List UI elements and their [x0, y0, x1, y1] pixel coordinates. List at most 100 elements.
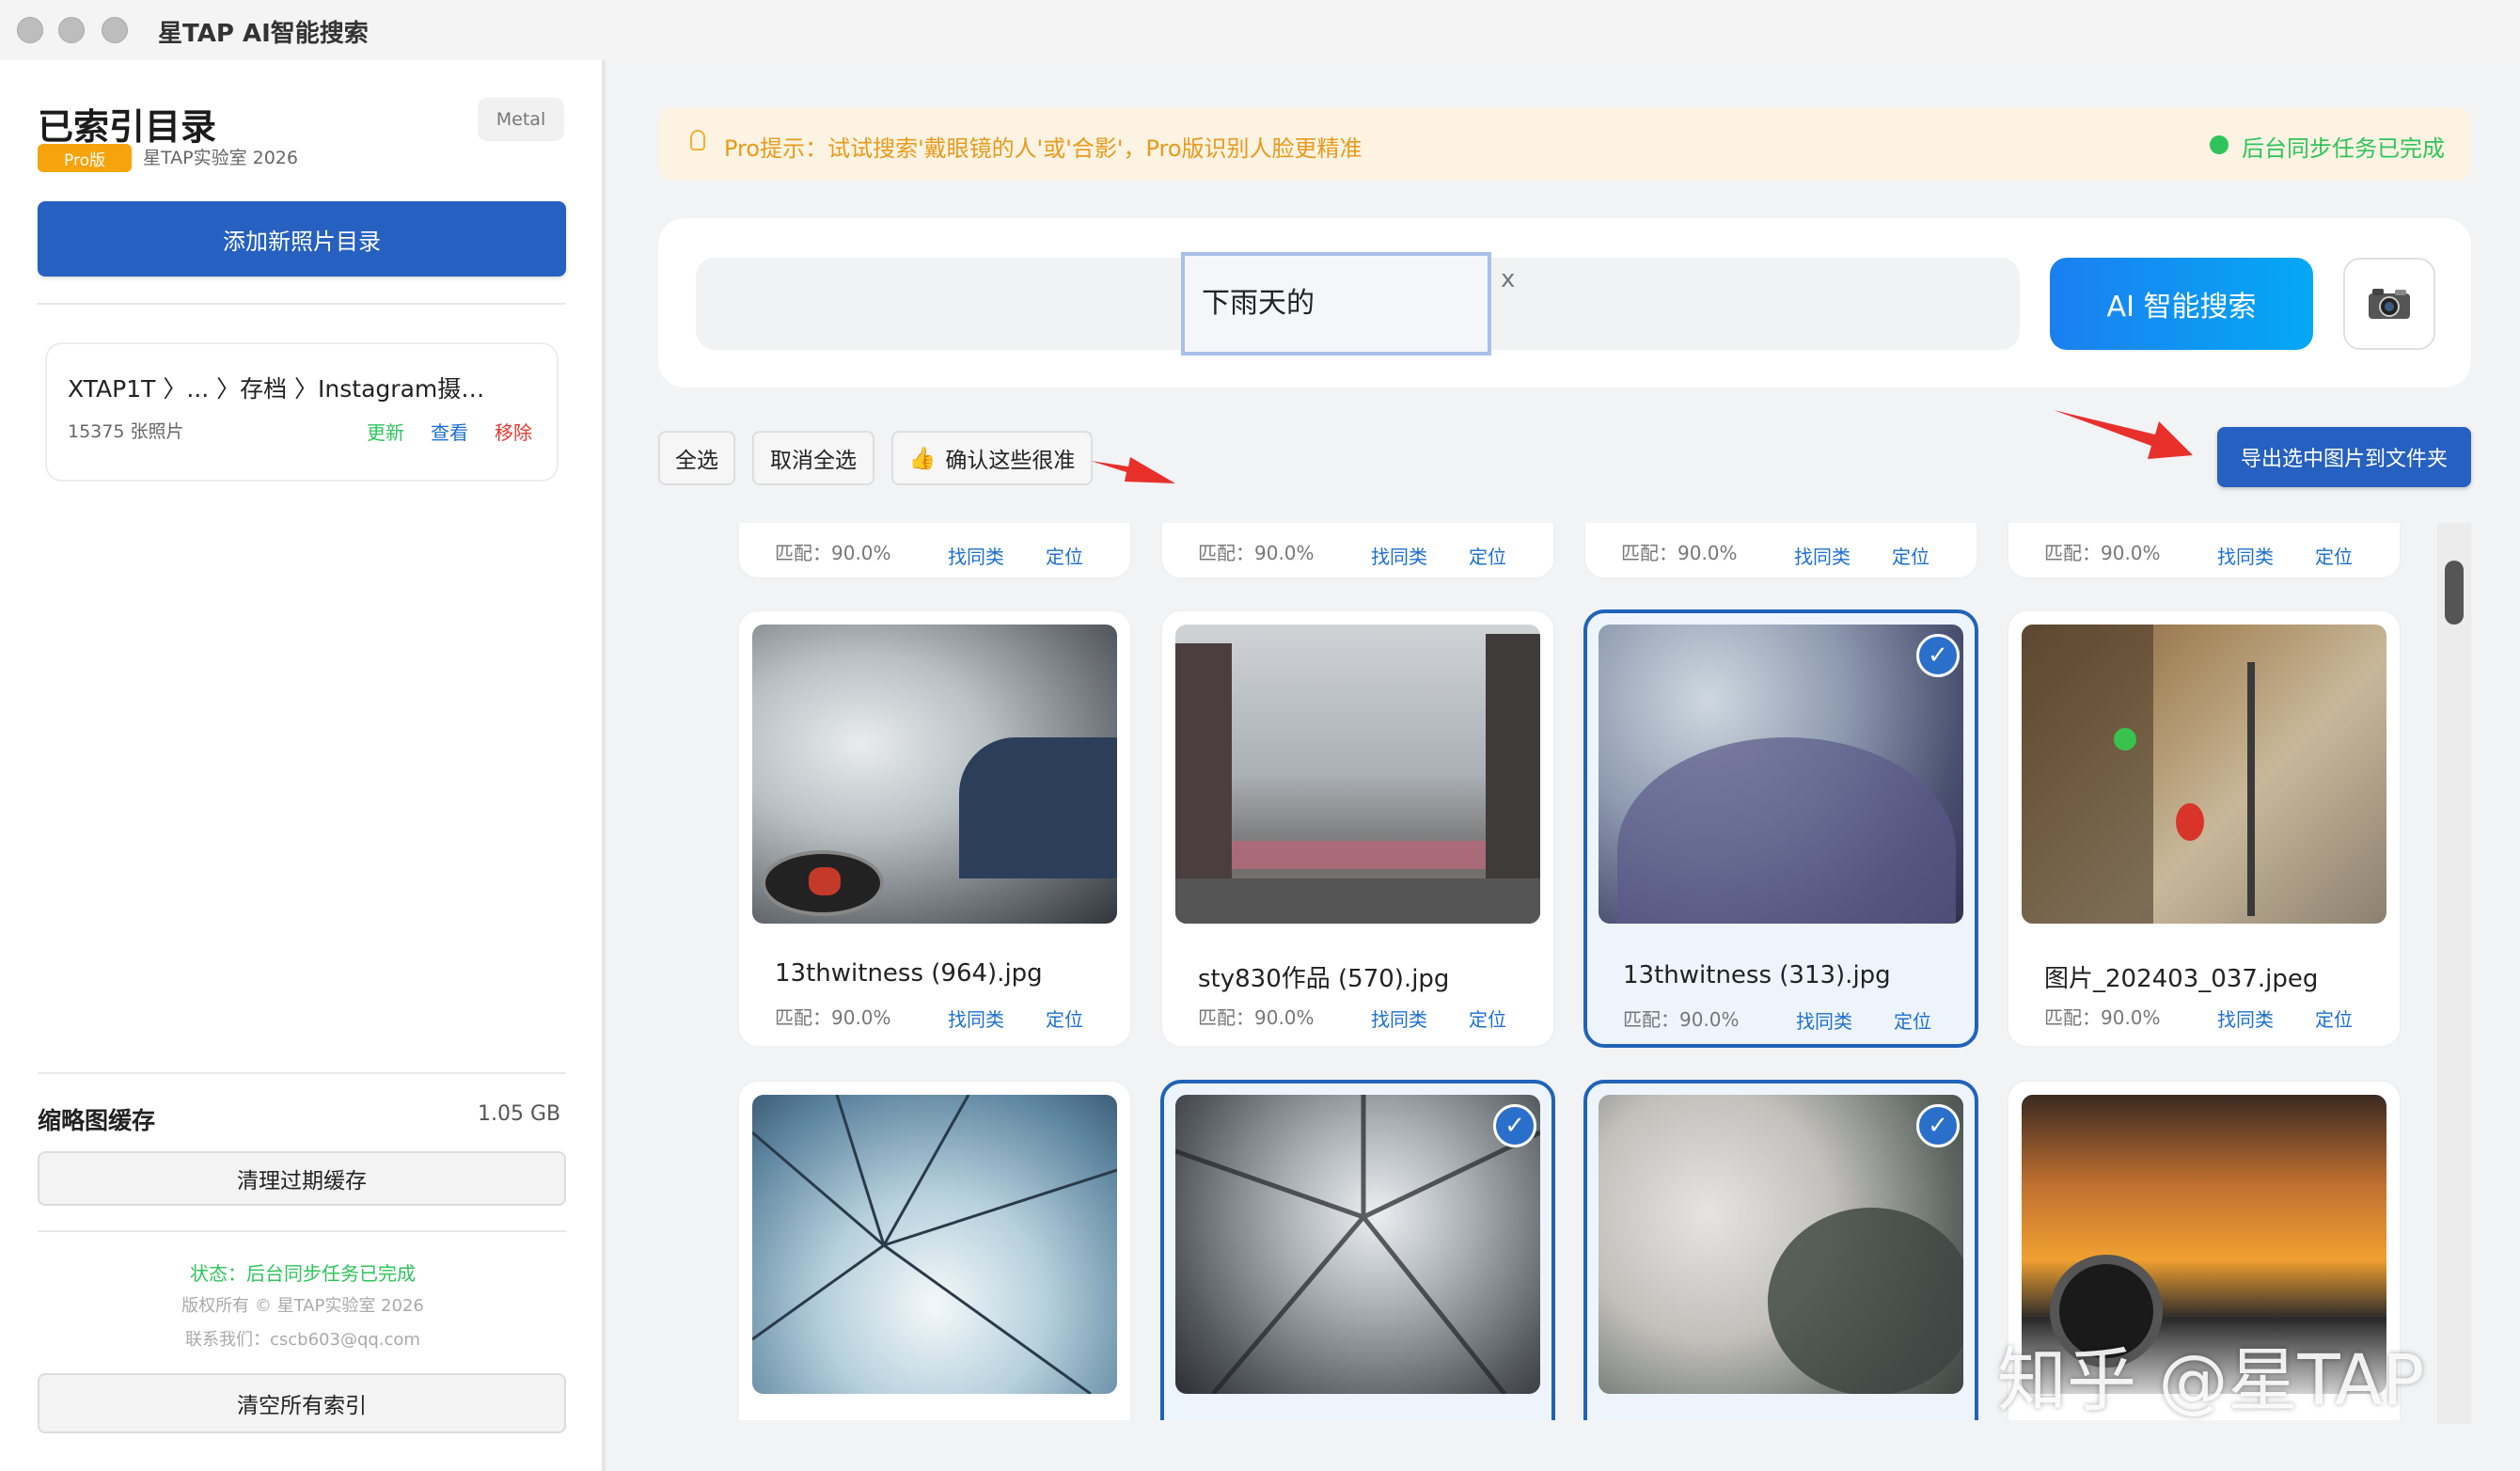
maximize-window-button[interactable]	[102, 17, 128, 43]
pro-badge: Pro版	[38, 144, 132, 172]
studio-label: 星TAP实验室 2026	[143, 148, 298, 168]
sync-status-text: 后台同步任务已完成	[2242, 135, 2445, 162]
result-card[interactable]: 匹配：90.0% 找同类 定位	[737, 523, 1132, 579]
result-card[interactable]: 匹配：90.0% 找同类 定位	[1583, 523, 1978, 579]
photo-thumbnail	[1175, 1095, 1540, 1394]
match-score: 匹配：90.0%	[1623, 1008, 1740, 1031]
result-card[interactable]	[737, 1080, 1132, 1420]
find-similar-link[interactable]: 找同类	[1371, 542, 1427, 569]
match-score: 匹配：90.0%	[2044, 542, 2161, 564]
result-card-selected[interactable]: ✓	[1583, 1080, 1978, 1420]
deselect-all-button[interactable]: 取消全选	[752, 431, 874, 485]
locate-link[interactable]: 定位	[2315, 542, 2353, 569]
pro-tip-banner: Pro提示：试试搜索'戴眼镜的人'或'合影'，Pro版识别人脸更精准 后台同步任…	[658, 107, 2471, 181]
result-card[interactable]: 匹配：90.0% 找同类 定位	[1160, 523, 1555, 579]
find-similar-link[interactable]: 找同类	[1794, 542, 1851, 569]
divider	[38, 1072, 566, 1074]
photo-thumbnail	[752, 1095, 1117, 1394]
camera-icon	[2369, 289, 2410, 319]
confirm-accurate-button[interactable]: 👍 确认这些很准	[891, 431, 1093, 485]
file-name: 图片_202403_037.jpeg	[2044, 965, 2319, 993]
directory-card: XTAP1T 〉... 〉存档 〉Instagram摄… 15375 张照片 更…	[45, 342, 559, 482]
red-arrow-annotation	[2054, 410, 2193, 459]
scrollbar-thumb[interactable]	[2445, 561, 2464, 625]
pro-tip-text: Pro提示：试试搜索'戴眼镜的人'或'合影'，Pro版识别人脸更精准	[724, 135, 1362, 162]
directory-path: XTAP1T 〉... 〉存档 〉Instagram摄…	[68, 375, 485, 403]
minimize-window-button[interactable]	[58, 17, 85, 43]
find-similar-link[interactable]: 找同类	[948, 1004, 1004, 1032]
cache-size: 1.05 GB	[478, 1102, 561, 1126]
clear-expired-cache-button[interactable]: 清理过期缓存	[38, 1151, 566, 1206]
app-title: 星TAP AI智能搜索	[158, 20, 369, 48]
result-card[interactable]: sty830作品 (570).jpg 匹配：90.0% 找同类 定位	[1160, 609, 1555, 1048]
divider	[38, 303, 566, 305]
result-card-selected[interactable]: ✓	[1160, 1080, 1555, 1420]
locate-link[interactable]: 定位	[2315, 1004, 2353, 1032]
cache-label: 缩略图缓存	[38, 1107, 156, 1134]
selected-check-icon[interactable]: ✓	[1916, 1104, 1960, 1147]
photo-thumbnail	[1175, 625, 1540, 924]
copyright: 版权所有 © 星TAP实验室 2026	[181, 1296, 424, 1316]
contact: 联系我们：cscb603@qq.com	[185, 1330, 420, 1350]
add-directory-button[interactable]: 添加新照片目录	[38, 201, 566, 277]
results-scrollbar[interactable]	[2437, 523, 2471, 1424]
find-similar-link[interactable]: 找同类	[2217, 1004, 2274, 1032]
results-grid: 匹配：90.0% 找同类 定位 匹配：90.0% 找同类 定位 匹配：90.0%…	[658, 523, 2435, 1420]
status-dot-icon	[2210, 135, 2229, 154]
locate-link[interactable]: 定位	[1469, 1004, 1506, 1032]
match-score: 匹配：90.0%	[1198, 1006, 1315, 1029]
confirm-label: 确认这些很准	[945, 449, 1076, 473]
camera-search-button[interactable]	[2343, 258, 2435, 350]
result-card[interactable]: 匹配：90.0% 找同类 定位	[2007, 523, 2402, 579]
remove-link[interactable]: 移除	[495, 418, 532, 445]
title-bar: 星TAP AI智能搜索	[0, 0, 2520, 60]
find-similar-link[interactable]: 找同类	[2217, 542, 2274, 569]
file-name: sty830作品 (570).jpg	[1198, 965, 1450, 993]
locate-link[interactable]: 定位	[1046, 542, 1083, 569]
ai-search-button[interactable]: AI 智能搜索	[2050, 258, 2313, 350]
photo-thumbnail	[752, 625, 1117, 924]
selected-check-icon[interactable]: ✓	[1916, 634, 1960, 677]
sidebar: 已索引目录 Metal Pro版 星TAP实验室 2026 添加新照片目录 XT…	[0, 60, 606, 1471]
view-link[interactable]: 查看	[431, 418, 468, 445]
watermark-text: 知乎 @星TAP	[1997, 1340, 2425, 1421]
select-all-button[interactable]: 全选	[658, 431, 735, 485]
red-arrow-annotation	[1091, 457, 1175, 483]
clear-search-icon[interactable]: x	[1501, 265, 1515, 293]
match-score: 匹配：90.0%	[2044, 1006, 2161, 1029]
update-link[interactable]: 更新	[367, 418, 404, 445]
match-score: 匹配：90.0%	[775, 1006, 891, 1029]
file-name: 13thwitness (964).jpg	[775, 959, 1043, 988]
sync-status: 状态：后台同步任务已完成	[190, 1262, 416, 1285]
match-score: 匹配：90.0%	[775, 542, 891, 564]
locate-link[interactable]: 定位	[1892, 542, 1929, 569]
export-selected-button[interactable]: 导出选中图片到文件夹	[2217, 427, 2471, 487]
result-card[interactable]: 13thwitness (964).jpg 匹配：90.0% 找同类 定位	[737, 609, 1132, 1048]
photo-thumbnail	[1599, 625, 1963, 924]
directory-photo-count: 15375 张照片	[68, 421, 184, 442]
umbrella-ribs	[752, 1095, 1117, 1394]
photo-thumbnail	[1599, 1095, 1963, 1394]
sidebar-title: 已索引目录	[38, 106, 217, 148]
locate-link[interactable]: 定位	[1469, 542, 1506, 569]
result-card-selected[interactable]: ✓ 13thwitness (313).jpg 匹配：90.0% 找同类 定位	[1583, 609, 1978, 1048]
locate-link[interactable]: 定位	[1046, 1004, 1083, 1032]
close-window-button[interactable]	[17, 17, 43, 43]
selected-check-icon[interactable]: ✓	[1493, 1104, 1536, 1147]
match-score: 匹配：90.0%	[1621, 542, 1738, 564]
result-card[interactable]: 图片_202403_037.jpeg 匹配：90.0% 找同类 定位	[2007, 609, 2402, 1048]
clear-all-index-button[interactable]: 清空所有索引	[38, 1373, 566, 1433]
thumbs-up-icon: 👍	[908, 446, 937, 471]
locate-link[interactable]: 定位	[1894, 1006, 1931, 1034]
search-input[interactable]: 下雨天的	[1181, 252, 1491, 356]
find-similar-link[interactable]: 找同类	[1371, 1004, 1427, 1032]
divider	[38, 1230, 566, 1232]
find-similar-link[interactable]: 找同类	[1796, 1006, 1852, 1034]
find-similar-link[interactable]: 找同类	[948, 542, 1004, 569]
match-score: 匹配：90.0%	[1198, 542, 1315, 564]
umbrella-ribs	[1175, 1095, 1540, 1394]
metal-badge: Metal	[478, 98, 564, 141]
file-name: 13thwitness (313).jpg	[1623, 961, 1891, 989]
lightbulb-icon	[690, 130, 705, 150]
photo-thumbnail	[2022, 625, 2386, 924]
